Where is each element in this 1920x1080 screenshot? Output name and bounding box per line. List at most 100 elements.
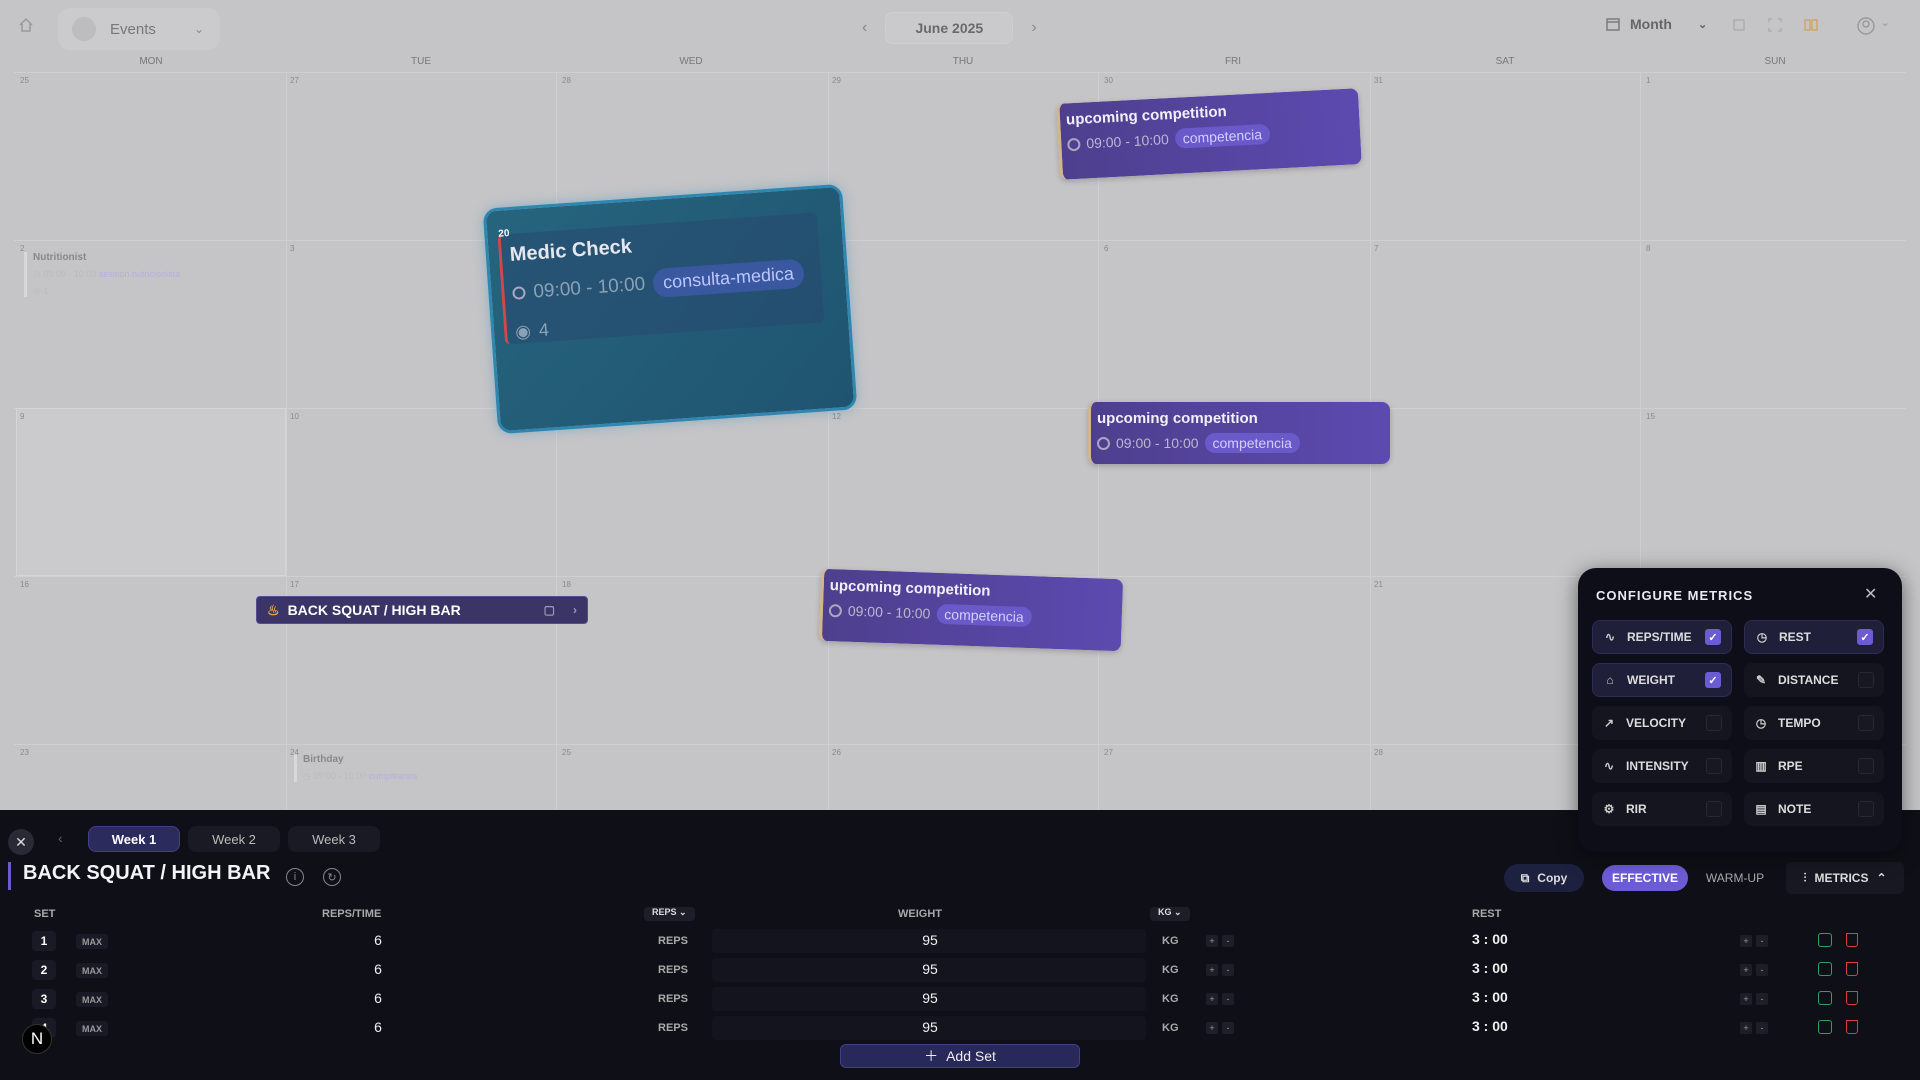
weight-value[interactable]: 95 [900,932,960,948]
minus-icon[interactable]: - [1222,1022,1234,1034]
plus-icon[interactable]: + [1206,1022,1218,1034]
user-menu[interactable]: ⌄ [1856,16,1890,41]
metrics-button[interactable]: ⫶ METRICS ⌃ [1786,862,1904,894]
weight-value[interactable]: 95 [900,1019,960,1035]
day-header-thu: THU [952,56,974,67]
metric-checkbox[interactable] [1858,758,1874,774]
weight-unit-select[interactable]: KG ⌄ [1150,907,1190,921]
reps-value[interactable]: 6 [348,932,408,948]
plus-icon[interactable]: + [1206,993,1218,1005]
event-competition-3[interactable]: upcoming competition 09:00 - 10:00 compe… [818,568,1124,652]
weight-value[interactable]: 95 [900,961,960,977]
trash-icon[interactable] [1846,1020,1858,1034]
metric-checkbox[interactable] [1858,672,1874,688]
tab-week-2[interactable]: Week 2 [188,826,280,852]
plus-icon[interactable]: + [1206,964,1218,976]
trash-icon[interactable] [1846,933,1858,947]
metric-option[interactable]: ◷ REST ✓ [1744,620,1884,654]
metric-option[interactable]: ✎ DISTANCE [1744,663,1884,697]
prev-month-icon[interactable]: ‹ [862,19,867,37]
plus-icon[interactable]: + [1740,1022,1752,1034]
metric-checkbox[interactable] [1706,801,1722,817]
metric-option[interactable]: ▥ RPE [1744,749,1884,783]
plus-icon[interactable]: + [1740,964,1752,976]
rest-value[interactable]: 3 : 00 [1472,989,1508,1005]
duplicate-icon[interactable] [1818,991,1832,1005]
close-icon[interactable]: ✕ [1864,584,1877,604]
print-icon[interactable] [1732,18,1748,34]
event-back-squat[interactable]: ♨ BACK SQUAT / HIGH BAR ▢ › [256,596,588,624]
refresh-icon[interactable]: ↻ [323,868,341,886]
plus-icon[interactable]: + [1740,993,1752,1005]
trash-icon[interactable] [1846,962,1858,976]
plus-icon[interactable]: + [1206,935,1218,947]
fullscreen-icon[interactable] [1768,18,1784,34]
minus-icon[interactable]: - [1756,1022,1768,1034]
duplicate-icon[interactable] [1818,962,1832,976]
minus-icon[interactable]: - [1756,964,1768,976]
plus-icon[interactable]: + [1740,935,1752,947]
trash-icon[interactable]: ▢ [544,603,555,617]
max-badge[interactable]: MAX [76,992,108,1007]
minus-icon[interactable]: - [1222,935,1234,947]
max-badge[interactable]: MAX [76,1021,108,1036]
event-time: 09:00 - 10:00 [313,771,367,781]
event-competition-2[interactable]: upcoming competition 09:00 - 10:00 compe… [1088,402,1390,464]
effective-toggle[interactable]: EFFECTIVE [1602,865,1688,891]
day-header-fri: FRI [1224,56,1242,67]
close-panel-button[interactable]: ✕ [8,829,34,855]
next-month-icon[interactable]: › [1031,19,1036,37]
minus-icon[interactable]: - [1756,935,1768,947]
duplicate-icon[interactable] [1818,933,1832,947]
chevron-right-icon[interactable]: › [573,603,577,617]
add-set-button[interactable]: ＋ Add Set [840,1044,1080,1068]
info-icon[interactable]: i [286,868,304,886]
event-medic-check[interactable]: 20 Medic Check 09:00 - 10:00 consulta-me… [482,183,858,435]
metric-checkbox[interactable] [1706,715,1722,731]
tab-week-3[interactable]: Week 3 [288,826,380,852]
metric-option[interactable]: ◷ TEMPO [1744,706,1884,740]
event-birthday[interactable]: Birthday ◷ 09:00 - 10:00 cumpleanos [294,754,534,782]
metric-checkbox[interactable] [1858,715,1874,731]
metric-checkbox[interactable]: ✓ [1857,629,1873,645]
max-badge[interactable]: MAX [76,934,108,949]
event-nutritionist[interactable]: Nutritionist ◷ 09:00 - 10:00 session nut… [24,252,264,297]
metric-option[interactable]: ⚙ RIR [1592,792,1732,826]
copy-button[interactable]: ⧉ Copy [1504,864,1584,892]
warmup-toggle[interactable]: WARM-UP [1700,865,1770,891]
calendar-selector[interactable]: Events ⌄ [58,8,220,50]
rest-value[interactable]: 3 : 00 [1472,960,1508,976]
trash-icon[interactable] [1846,991,1858,1005]
reps-unit-select[interactable]: REPS ⌄ [644,907,695,921]
duplicate-icon[interactable] [1818,1020,1832,1034]
metric-option[interactable]: ↗ VELOCITY [1592,706,1732,740]
week-prev-icon[interactable]: ‹ [58,830,63,846]
reps-value[interactable]: 6 [348,1019,408,1035]
month-label[interactable]: June 2025 [885,12,1014,44]
metric-option[interactable]: ⌂ WEIGHT ✓ [1592,663,1732,697]
home-icon[interactable] [18,17,38,37]
event-competition-1[interactable]: upcoming competition 09:00 - 10:00 compe… [1056,88,1362,180]
metric-option[interactable]: ∿ REPS/TIME ✓ [1592,620,1732,654]
metric-option[interactable]: ∿ INTENSITY [1592,749,1732,783]
metric-checkbox[interactable] [1858,801,1874,817]
max-badge[interactable]: MAX [76,963,108,978]
minus-icon[interactable]: - [1222,964,1234,976]
minus-icon[interactable]: - [1222,993,1234,1005]
rest-value[interactable]: 3 : 00 [1472,931,1508,947]
book-icon[interactable] [1804,18,1820,34]
rest-value[interactable]: 3 : 00 [1472,1018,1508,1034]
metric-option[interactable]: ▤ NOTE [1744,792,1884,826]
metric-checkbox[interactable] [1706,758,1722,774]
weight-value[interactable]: 95 [900,990,960,1006]
metric-checkbox[interactable]: ✓ [1705,629,1721,645]
reps-value[interactable]: 6 [348,961,408,977]
view-selector[interactable]: Month ⌄ [1606,16,1707,32]
avatar[interactable]: N [22,1024,52,1054]
event-tag: cumpleanos [368,771,418,781]
minus-icon[interactable]: - [1756,993,1768,1005]
tab-week-1[interactable]: Week 1 [88,826,180,852]
reps-value[interactable]: 6 [348,990,408,1006]
metric-checkbox[interactable]: ✓ [1705,672,1721,688]
selected-day-cell[interactable] [16,408,286,576]
